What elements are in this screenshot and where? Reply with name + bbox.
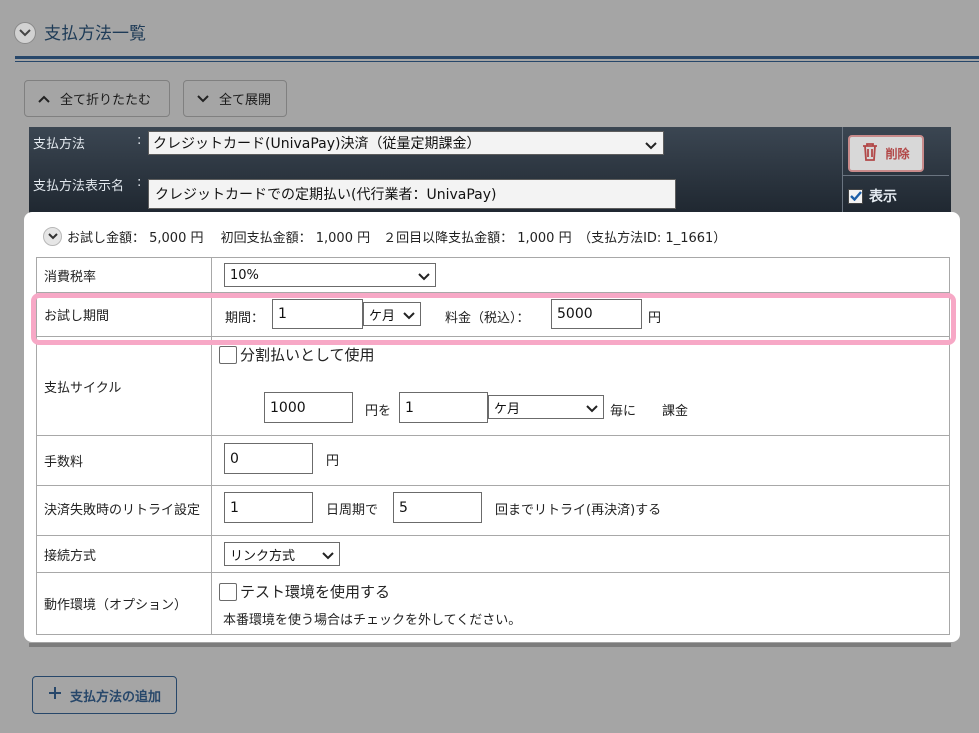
- fee-input[interactable]: 0: [224, 443, 313, 474]
- checkbox-icon: [219, 582, 237, 601]
- test-environment-checkbox[interactable]: テスト環境を使用する: [219, 581, 390, 602]
- add-payment-method-button[interactable]: 支払方法の追加: [32, 676, 177, 714]
- summary-text: お試し金額： 5,000 円 初回支払金額： 1,000 円 ２回目以降支払金額…: [67, 231, 727, 246]
- plus-icon: [48, 686, 62, 704]
- cycle-count-value: 1: [405, 399, 414, 416]
- table-row: 手数料 0 円: [36, 435, 950, 486]
- fee-row-unit: 円: [326, 454, 340, 469]
- retry-label: 決済失敗時のリトライ設定: [36, 485, 212, 536]
- method-label-separator: :: [137, 133, 142, 148]
- cycle-label: 支払サイクル: [36, 336, 212, 436]
- environment-note: 本番環境を使う場合はチェックを外してください。: [223, 613, 522, 628]
- connection-value: リンク方式: [230, 548, 296, 564]
- every-label: 毎に: [610, 404, 637, 419]
- connection-label: 接続方式: [36, 535, 212, 573]
- cycle-amount-input[interactable]: 1000: [264, 392, 353, 423]
- chevron-down-icon[interactable]: [43, 227, 62, 246]
- tax-label: 消費税率: [36, 257, 212, 293]
- retry-times-value: 5: [399, 499, 408, 516]
- divider: [843, 175, 949, 176]
- retry-interval-input[interactable]: 1: [224, 492, 313, 523]
- connection-select[interactable]: リンク方式: [224, 542, 340, 566]
- fee-cell: 0 円: [211, 435, 950, 486]
- cycle-cell: 分割払いとして使用 1000 円を 1 ケ月 毎に 課金: [211, 336, 950, 436]
- display-name-label: 支払方法表示名: [33, 179, 125, 194]
- show-label: 表示: [869, 189, 897, 205]
- chevron-up-icon: [38, 95, 60, 103]
- collapse-all-label: 全て折りたたむ: [60, 93, 152, 108]
- trash-icon: [862, 143, 878, 164]
- table-row: 支払サイクル 分割払いとして使用 1000 円を 1 ケ月 毎に 課金: [36, 336, 950, 436]
- expand-all-button[interactable]: 全て展開: [183, 80, 287, 117]
- retry-times-suffix: 回までリトライ(再決済)する: [495, 503, 662, 518]
- retry-times-input[interactable]: 5: [393, 492, 482, 523]
- tax-cell: 10%: [211, 257, 950, 293]
- delete-label: 削除: [885, 147, 910, 161]
- table-row: 接続方式 リンク方式: [36, 535, 950, 573]
- chevron-down-icon: [645, 138, 657, 154]
- title-rule: [15, 56, 979, 59]
- cycle-unit-value: ケ月: [494, 401, 521, 417]
- tax-rate-select[interactable]: 10%: [224, 263, 436, 287]
- environment-label: 動作環境（オプション）: [36, 572, 212, 635]
- section-collapse-icon[interactable]: [14, 22, 36, 44]
- trial-row-highlight: [31, 293, 956, 345]
- add-payment-method-label: 支払方法の追加: [69, 689, 161, 705]
- tax-rate-value: 10%: [230, 267, 259, 283]
- retry-cell: 1 日周期で 5 回までリトライ(再決済)する: [211, 485, 950, 536]
- table-row: 消費税率 10%: [36, 257, 950, 293]
- chevron-down-icon: [322, 549, 334, 564]
- cycle-count-input[interactable]: 1: [399, 392, 488, 423]
- delete-button[interactable]: 削除: [848, 135, 924, 172]
- divider: [842, 127, 843, 217]
- collapse-all-button[interactable]: 全て折りたたむ: [24, 80, 170, 117]
- amount-suffix: 円を: [365, 404, 392, 419]
- divider: [29, 643, 951, 647]
- chevron-down-icon: [418, 270, 430, 285]
- show-checkbox[interactable]: 表示: [848, 186, 897, 206]
- cycle-unit-select[interactable]: ケ月: [488, 395, 604, 419]
- expand-all-label: 全て展開: [219, 93, 272, 108]
- connection-cell: リンク方式: [211, 535, 950, 573]
- table-row: 決済失敗時のリトライ設定 1 日周期で 5 回までリトライ(再決済)する: [36, 485, 950, 536]
- environment-cell: テスト環境を使用する 本番環境を使う場合はチェックを外してください。: [211, 572, 950, 635]
- checkbox-checked-icon: [848, 188, 863, 204]
- page-title: 支払方法一覧: [44, 24, 146, 44]
- table-row: 動作環境（オプション） テスト環境を使用する 本番環境を使う場合はチェックを外し…: [36, 572, 950, 635]
- title-rule-thin: [15, 61, 979, 62]
- payment-method-value: クレジットカード(UnivaPay)決済（従量定期課金）: [153, 136, 481, 152]
- display-name-value: クレジットカードでの定期払い(代行業者：UnivaPay): [155, 187, 497, 203]
- method-label: 支払方法: [33, 137, 86, 152]
- display-name-input[interactable]: クレジットカードでの定期払い(代行業者：UnivaPay): [148, 179, 676, 209]
- charge-label: 課金: [662, 404, 689, 419]
- chevron-down-icon: [586, 402, 598, 417]
- cycle-amount-value: 1000: [270, 399, 306, 416]
- fee-value: 0: [230, 450, 239, 467]
- payment-method-select[interactable]: クレジットカード(UnivaPay)決済（従量定期課金）: [148, 131, 664, 155]
- chevron-down-icon: [197, 94, 219, 103]
- installment-label: 分割払いとして使用: [240, 346, 375, 364]
- installment-checkbox[interactable]: 分割払いとして使用: [219, 344, 375, 365]
- retry-interval-suffix: 日周期で: [326, 503, 379, 518]
- retry-interval-value: 1: [230, 499, 239, 516]
- checkbox-icon: [219, 345, 237, 364]
- display-name-separator: :: [137, 175, 142, 190]
- fee-row-label: 手数料: [36, 435, 212, 486]
- test-environment-label: テスト環境を使用する: [240, 583, 391, 601]
- summary-row[interactable]: お試し金額： 5,000 円 初回支払金額： 1,000 円 ２回目以降支払金額…: [43, 227, 726, 246]
